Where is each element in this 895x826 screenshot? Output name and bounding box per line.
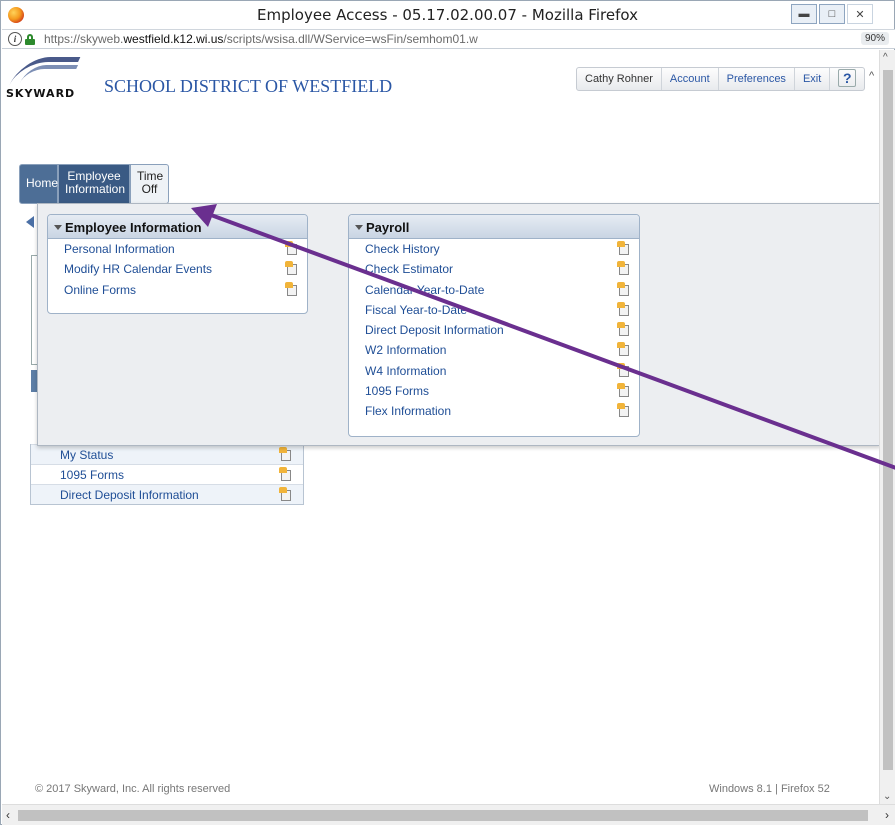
menu-item-fiscal-year-to-date[interactable]: Fiscal Year-to-Date xyxy=(349,300,639,320)
employee-information-dropdown: Employee Information Personal Informatio… xyxy=(37,203,879,446)
maximize-icon: □ xyxy=(828,8,836,20)
page-scroll-up-icon[interactable]: ^ xyxy=(869,70,874,82)
menu-item-personal-information[interactable]: Personal Information xyxy=(48,239,307,259)
user-name: Cathy Rohner xyxy=(577,68,662,90)
title-bar: Employee Access - 05.17.02.00.07 - Mozil… xyxy=(1,1,894,29)
list-item[interactable]: 1095 Forms xyxy=(31,464,303,484)
collapse-triangle-icon xyxy=(355,225,363,230)
note-icon[interactable] xyxy=(285,261,297,276)
note-icon[interactable] xyxy=(279,467,291,481)
note-icon[interactable] xyxy=(617,342,629,357)
page-content: SKYWARD SCHOOL DISTRICT OF WESTFIELD Cat… xyxy=(2,50,879,804)
tab-time-off[interactable]: Time Off xyxy=(130,164,169,204)
menu-item-w4-information[interactable]: W4 Information xyxy=(349,361,639,381)
minimize-icon: ▬ xyxy=(798,8,810,20)
exit-link[interactable]: Exit xyxy=(795,68,831,90)
menu-item-modify-hr-calendar-events[interactable]: Modify HR Calendar Events xyxy=(48,259,307,279)
help-icon: ? xyxy=(838,69,857,87)
employee-information-menu: Employee Information Personal Informatio… xyxy=(47,214,308,314)
note-icon[interactable] xyxy=(279,487,291,501)
menu-item-calendar-year-to-date[interactable]: Calendar Year-to-Date xyxy=(349,280,639,300)
background-link-list: My Status 1095 Forms Direct Deposit Info… xyxy=(30,444,304,505)
horizontal-scroll-thumb[interactable] xyxy=(18,810,868,821)
list-item[interactable]: Direct Deposit Information xyxy=(31,484,303,504)
info-icon[interactable]: i xyxy=(8,32,22,46)
nav-tabs: Home Employee Information Time Off xyxy=(19,164,169,204)
note-icon[interactable] xyxy=(617,261,629,276)
help-button[interactable]: ? xyxy=(830,68,864,90)
top-links: Cathy Rohner Account Preferences Exit ? xyxy=(576,67,866,91)
footer-browser-info: Windows 8.1 | Firefox 52 xyxy=(709,783,830,795)
menu-item-w2-information[interactable]: W2 Information xyxy=(349,340,639,360)
menu-item-check-estimator[interactable]: Check Estimator xyxy=(349,259,639,279)
scroll-right-icon[interactable]: › xyxy=(885,808,889,822)
tab-home[interactable]: Home xyxy=(19,164,58,204)
note-icon[interactable] xyxy=(617,281,629,296)
account-link[interactable]: Account xyxy=(662,68,719,90)
note-icon[interactable] xyxy=(617,241,629,255)
note-icon[interactable] xyxy=(617,383,629,398)
skyward-logo: SKYWARD xyxy=(6,55,81,100)
minimize-button[interactable]: ▬ xyxy=(791,4,817,24)
payroll-menu: Payroll Check History Check Estimator Ca… xyxy=(348,214,640,437)
menu-header[interactable]: Payroll xyxy=(349,215,639,239)
note-icon[interactable] xyxy=(279,447,291,461)
note-icon[interactable] xyxy=(617,362,629,377)
note-icon[interactable] xyxy=(285,241,297,255)
menu-header[interactable]: Employee Information xyxy=(48,215,307,239)
menu-item-1095-forms[interactable]: 1095 Forms xyxy=(349,381,639,401)
close-button[interactable]: ✕ xyxy=(847,4,873,24)
maximize-button[interactable]: □ xyxy=(819,4,845,24)
menu-item-direct-deposit-information[interactable]: Direct Deposit Information xyxy=(349,320,639,340)
address-bar[interactable]: i https://skyweb.westfield.k12.wi.us/scr… xyxy=(2,29,895,49)
scroll-left-icon[interactable]: ‹ xyxy=(6,808,10,822)
note-icon[interactable] xyxy=(617,322,629,337)
lock-icon[interactable] xyxy=(25,34,35,45)
url-text[interactable]: https://skyweb.westfield.k12.wi.us/scrip… xyxy=(44,32,478,46)
note-icon[interactable] xyxy=(617,403,629,418)
note-icon[interactable] xyxy=(617,301,629,316)
menu-item-online-forms[interactable]: Online Forms xyxy=(48,280,307,300)
district-name: SCHOOL DISTRICT OF WESTFIELD xyxy=(104,76,393,96)
horizontal-scrollbar[interactable]: ‹ › xyxy=(2,804,895,825)
menu-item-flex-information[interactable]: Flex Information xyxy=(349,401,639,421)
tab-employee-information[interactable]: Employee Information xyxy=(58,164,130,204)
close-icon: ✕ xyxy=(855,8,865,21)
menu-item-check-history[interactable]: Check History xyxy=(349,239,639,259)
scroll-down-icon[interactable]: ⌄ xyxy=(883,791,891,802)
browser-window: Employee Access - 05.17.02.00.07 - Mozil… xyxy=(0,0,895,825)
window-title: Employee Access - 05.17.02.00.07 - Mozil… xyxy=(257,6,638,24)
list-item[interactable]: My Status xyxy=(31,444,303,464)
collapse-triangle-icon xyxy=(54,225,62,230)
footer-copyright: © 2017 Skyward, Inc. All rights reserved xyxy=(35,783,231,795)
vertical-scrollbar[interactable]: ^ ⌄ xyxy=(879,50,895,804)
scroll-up-icon[interactable]: ^ xyxy=(883,52,888,63)
preferences-link[interactable]: Preferences xyxy=(719,68,795,90)
zoom-indicator[interactable]: 90% xyxy=(860,32,889,45)
note-icon[interactable] xyxy=(285,281,297,296)
logo-text: SKYWARD xyxy=(6,87,76,100)
collapse-arrow-icon[interactable] xyxy=(26,216,34,228)
vertical-scroll-thumb[interactable] xyxy=(883,70,893,770)
